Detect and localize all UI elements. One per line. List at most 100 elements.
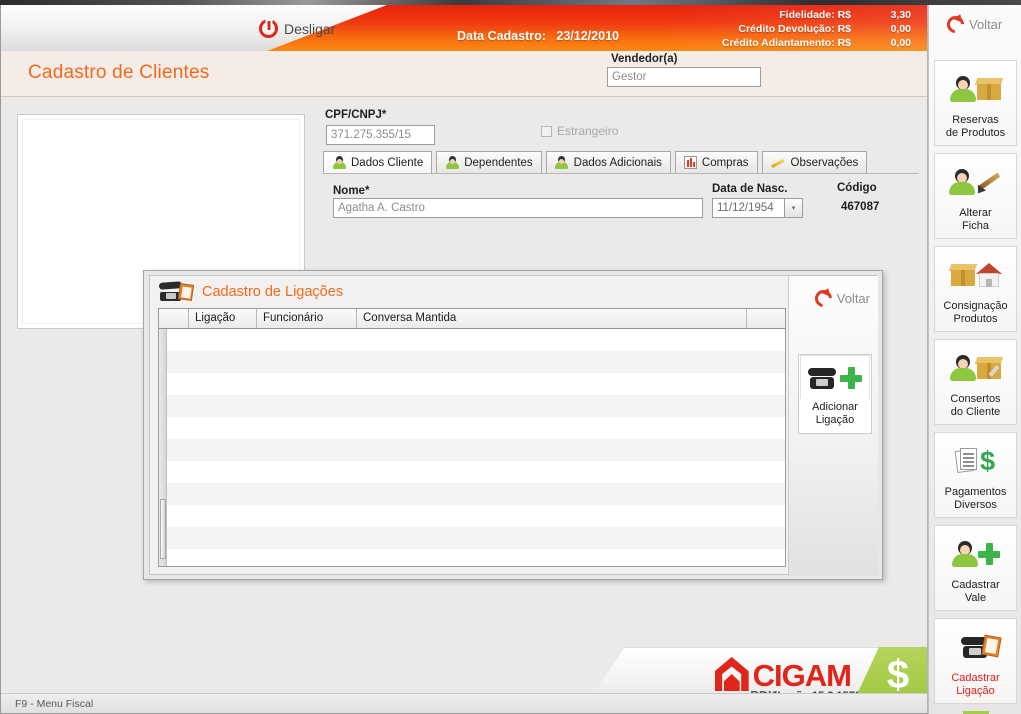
- client-tabs: Dados Cliente Dependentes Dados Adiciona…: [323, 151, 868, 174]
- vendedor-input[interactable]: [607, 67, 761, 87]
- tab-label: Dados Adicionais: [573, 156, 662, 169]
- phone-plus-icon: [800, 355, 870, 399]
- calls-table-header: Ligação Funcionário Conversa Mantida: [159, 309, 785, 329]
- person-plus-icon: [942, 532, 1010, 576]
- scrollbar-thumb[interactable]: [160, 499, 166, 559]
- sidebar-item-cadastrar-vale[interactable]: Cadastrar Vale: [934, 525, 1017, 611]
- tab-dados-adicionais[interactable]: Dados Adicionais: [545, 151, 671, 174]
- table-row[interactable]: [159, 373, 785, 395]
- sidebar-label-line2: do Cliente: [950, 406, 1001, 418]
- advance-credit-value: 0,00: [890, 37, 911, 49]
- foreigner-checkbox[interactable]: [541, 125, 552, 137]
- pencil-icon: [771, 156, 786, 169]
- person-icon: [949, 355, 976, 381]
- sidebar-label-line2: Vale: [964, 592, 987, 604]
- table-row[interactable]: [159, 505, 785, 527]
- column-header-ligacao[interactable]: Ligação: [189, 309, 257, 328]
- table-row[interactable]: [159, 527, 785, 549]
- birthdate-spinner[interactable]: ▾: [785, 198, 803, 218]
- tab-dados-cliente[interactable]: Dados Cliente: [323, 151, 433, 174]
- shutdown-button[interactable]: Desligar: [259, 19, 335, 38]
- sidebar-item-consignacao-produtos[interactable]: Consignação Produtos: [934, 246, 1017, 332]
- registration-date-value: 23/12/2010: [556, 29, 619, 43]
- calls-table: Ligação Funcionário Conversa Mantida: [158, 308, 786, 567]
- person-repair-icon: [942, 346, 1010, 390]
- nome-input[interactable]: [333, 198, 703, 218]
- dialog-title: Cadastro de Ligações: [202, 283, 344, 300]
- sidebar-label-line1: Alterar: [959, 207, 992, 219]
- table-row[interactable]: [159, 439, 785, 461]
- sidebar-item-label: Consignação Produtos: [943, 300, 1007, 326]
- sidebar-label-line1: Reservas: [952, 114, 999, 126]
- application-root: Desligar Data Cadastro: 23/12/2010 Fidel…: [0, 0, 1021, 714]
- bar-chart-icon: [683, 156, 697, 169]
- status-bar: F9 - Menu Fiscal: [1, 693, 927, 713]
- sidebar-item-cadastrar-ligacao[interactable]: Cadastrar Ligação: [934, 618, 1017, 704]
- person-icon: [949, 76, 976, 102]
- credit-summary: Fidelidade: R$ 3,30 Crédito Devolução: R…: [722, 8, 911, 50]
- tab-dependentes[interactable]: Dependentes: [436, 151, 542, 174]
- sidebar-item-label: Cadastrar Ligação: [951, 672, 999, 698]
- tab-compras[interactable]: Compras: [674, 151, 758, 174]
- sidebar-label-line2: de Produtos: [945, 127, 1006, 139]
- sidebar-item-label: Reservas de Produtos: [946, 114, 1005, 140]
- table-row[interactable]: [159, 395, 785, 417]
- pencil-icon: [973, 169, 1003, 197]
- sidebar-item-consertos-do-cliente[interactable]: Consertos do Cliente: [934, 339, 1017, 425]
- table-row[interactable]: [159, 417, 785, 439]
- sidebar-label-line1: Pagamentos: [944, 486, 1007, 498]
- phone-icon: [808, 367, 838, 389]
- cpf-input[interactable]: [326, 125, 435, 145]
- person-icon: [555, 156, 569, 169]
- sidebar-items: Reservas de Produtos Alterar Ficha Consi…: [929, 60, 1021, 714]
- currency-badge-symbol: $: [886, 653, 910, 697]
- codigo-value: 467087: [841, 201, 880, 213]
- table-row[interactable]: [159, 549, 785, 566]
- add-call-button[interactable]: Adicionar Ligação: [798, 354, 872, 434]
- table-row[interactable]: [159, 329, 785, 351]
- person-icon: [951, 541, 978, 567]
- column-header-extra[interactable]: [747, 309, 785, 328]
- sidebar-item-label: Consertos do Cliente: [950, 393, 1000, 419]
- column-header-conversa[interactable]: Conversa Mantida: [357, 309, 747, 328]
- plus-icon: [840, 366, 862, 389]
- page-title-band: Cadastro de Clientes Vendedor(a): [1, 51, 927, 97]
- person-pencil-icon: [942, 160, 1010, 204]
- person-box-icon: [942, 67, 1010, 111]
- page-title: Cadastro de Clientes: [28, 62, 210, 83]
- tab-observacoes[interactable]: Observações: [761, 151, 868, 174]
- sidebar-item-reservas-de-produtos[interactable]: Reservas de Produtos: [934, 60, 1017, 146]
- sidebar-label-line1: Consertos: [950, 393, 1001, 405]
- column-header-funcionario[interactable]: Funcionário: [257, 309, 357, 328]
- registration-date-label: Data Cadastro:: [457, 29, 546, 43]
- right-sidebar: Voltar Reservas de Produtos Alterar Fich…: [928, 5, 1021, 714]
- table-row[interactable]: [159, 351, 785, 373]
- dollar-icon: $: [979, 446, 996, 476]
- column-header-select[interactable]: [159, 309, 189, 328]
- person-icon: [948, 169, 975, 195]
- table-vertical-scrollbar[interactable]: [159, 329, 167, 566]
- sidebar-back-button[interactable]: Voltar: [947, 12, 1002, 33]
- sidebar-item-alterar-ficha[interactable]: Alterar Ficha: [934, 153, 1017, 239]
- dialog-title-group: Cadastro de Ligações: [158, 281, 344, 301]
- house-icon: [975, 263, 1002, 287]
- add-call-label: Adicionar Ligação: [812, 401, 858, 427]
- tab-label: Dependentes: [464, 156, 533, 169]
- sidebar-item-label: Pagamentos Diversos: [945, 486, 1007, 512]
- table-row[interactable]: [159, 461, 785, 483]
- tab-label: Compras: [701, 156, 749, 169]
- app-header: Desligar Data Cadastro: 23/12/2010 Fidel…: [1, 5, 927, 51]
- birthdate-label: Data de Nasc.: [712, 183, 788, 195]
- add-call-label-line2: Ligação: [815, 414, 855, 426]
- box-icon: [974, 357, 1003, 379]
- dialog-back-button[interactable]: Voltar: [814, 286, 870, 307]
- credit-row: Crédito Devolução: R$ 0,00: [722, 22, 911, 36]
- sidebar-label-line1: Consignação: [943, 300, 1008, 312]
- app-footer: CIGAM PDV Versão 15.2.1570 $ F9 - Menu F…: [1, 636, 927, 713]
- codigo-label: Código: [837, 182, 877, 194]
- birthdate-input[interactable]: [712, 198, 785, 218]
- dialog-back-label: Voltar: [836, 291, 870, 306]
- foreigner-checkbox-group[interactable]: Estrangeiro: [541, 124, 618, 138]
- sidebar-item-pagamentos-diversos[interactable]: $ Pagamentos Diversos: [934, 432, 1017, 518]
- table-row[interactable]: [159, 483, 785, 505]
